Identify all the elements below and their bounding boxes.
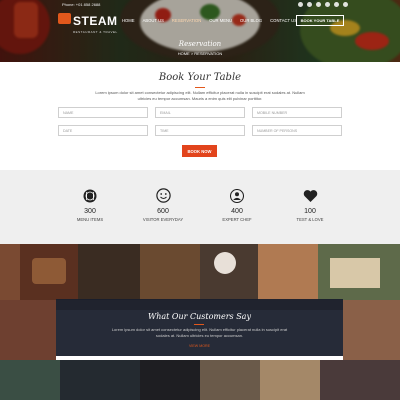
testimonial-title: What Our Customers Say — [148, 312, 251, 321]
hero-banner: Phone: +01 858 2688 STEAM RESTAURANT & T… — [0, 0, 400, 62]
stat-label: VISITOR EVERYDAY — [142, 217, 184, 222]
facebook-icon[interactable] — [298, 2, 303, 7]
stat-chefs: 400 EXPERT CHEF — [207, 188, 267, 222]
stat-label: MENU ITEMS — [76, 217, 104, 222]
instagram-icon[interactable] — [334, 2, 339, 7]
photo — [0, 300, 56, 360]
photo — [200, 360, 260, 400]
stat-label: EXPERT CHEF — [222, 217, 252, 222]
photo — [214, 252, 236, 274]
booking-section: Book Your Table Lorem ipsum dolor sit am… — [0, 62, 400, 170]
nav-item-contact[interactable]: CONTACT US — [270, 18, 297, 23]
photo — [60, 360, 140, 400]
email-field[interactable]: EMAIL — [155, 107, 245, 118]
smiley-icon — [155, 188, 171, 203]
phone-text: Phone: +01 858 2688 — [62, 2, 101, 7]
photo — [260, 360, 320, 400]
photo — [78, 244, 140, 300]
stat-value: 300 — [84, 208, 96, 215]
stat-love: 100 TEST & LOVE — [280, 188, 340, 222]
chef-icon — [230, 188, 245, 203]
book-now-button[interactable]: BOOK NOW — [182, 145, 217, 157]
main-nav: HOME ABOUT US RESERVATION OUR MENU OUR B… — [122, 18, 297, 23]
stat-value: 600 — [157, 208, 169, 215]
title-divider — [195, 87, 205, 88]
nav-item-home[interactable]: HOME — [122, 18, 135, 23]
stat-label: TEST & LOVE — [296, 217, 324, 222]
nav-item-about[interactable]: ABOUT US — [143, 18, 164, 23]
stat-menu-items: 300 MENU ITEMS — [60, 188, 120, 222]
testimonial-quote: Lorem ipsum dolor sit amet consectetur a… — [111, 327, 288, 338]
photo — [0, 244, 20, 300]
google-plus-icon[interactable] — [316, 2, 321, 7]
book-table-button[interactable]: BOOK YOUR TABLE — [296, 15, 344, 26]
mobile-field[interactable]: MOBILE NUMBER — [252, 107, 342, 118]
stats-section: 300 MENU ITEMS 600 VISITOR EVERYDAY 400 … — [0, 170, 400, 244]
twitter-icon[interactable] — [307, 2, 312, 7]
view-more-link[interactable]: VIEW MORE — [56, 344, 343, 348]
photo — [330, 258, 380, 288]
persons-field[interactable]: NUMBER OF PERSONS — [252, 125, 342, 136]
social-links — [298, 2, 348, 7]
page-title: Reservation — [178, 40, 222, 48]
photo — [32, 258, 66, 284]
photo — [140, 360, 200, 400]
nav-item-menu[interactable]: OUR MENU — [209, 18, 232, 23]
nav-item-reservation[interactable]: RESERVATION — [172, 18, 201, 23]
pinterest-icon[interactable] — [325, 2, 330, 7]
heart-icon — [303, 188, 318, 203]
brand-tagline: RESTAURANT & TRAVEL — [73, 30, 118, 34]
brand-name: STEAM — [73, 14, 118, 28]
photo — [140, 244, 200, 300]
logo-icon — [58, 13, 71, 24]
photo — [0, 360, 60, 400]
stat-value: 400 — [231, 208, 243, 215]
testimonial-box: What Our Customers Say Lorem ipsum dolor… — [56, 299, 343, 356]
time-field[interactable]: TIME — [155, 125, 245, 136]
stat-visitors: 600 VISITOR EVERYDAY — [133, 188, 193, 222]
booking-title: Book Your Table — [158, 72, 242, 83]
name-field[interactable]: NAME — [58, 107, 148, 118]
photo — [320, 360, 400, 400]
date-field[interactable]: DATE — [58, 125, 148, 136]
stat-value: 100 — [304, 208, 316, 215]
title-divider — [194, 324, 204, 325]
logo[interactable]: STEAM RESTAURANT & TRAVEL — [58, 12, 118, 34]
nav-item-blog[interactable]: OUR BLOG — [240, 18, 262, 23]
photo — [343, 300, 400, 360]
dining-icon — [83, 188, 98, 203]
breadcrumb: HOME > RESERVATION — [177, 51, 223, 56]
booking-description: Lorem ipsum dolor sit amet consectetur a… — [95, 90, 305, 101]
top-bar: Phone: +01 858 2688 — [62, 2, 348, 7]
photo — [258, 244, 318, 300]
youtube-icon[interactable] — [343, 2, 348, 7]
